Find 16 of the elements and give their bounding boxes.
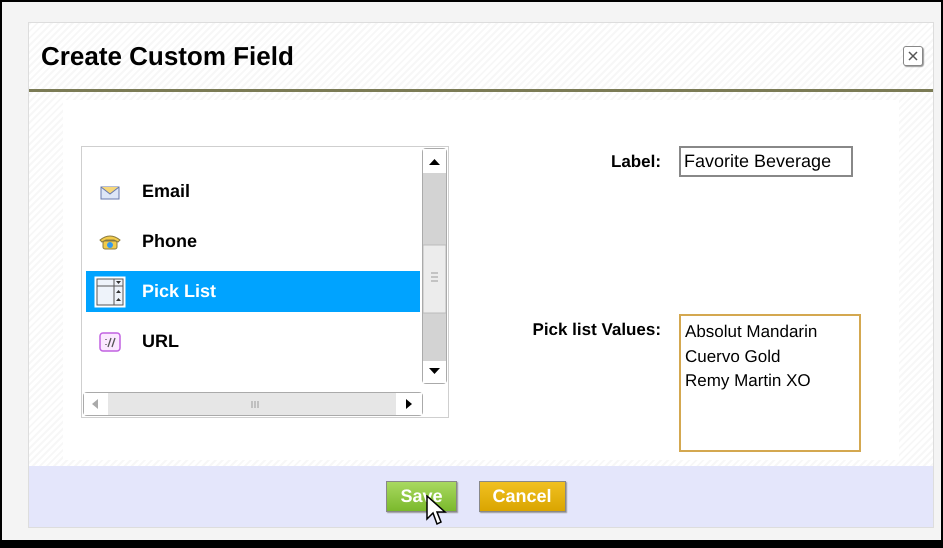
list-icon xyxy=(94,276,126,308)
list-item[interactable]: Phone xyxy=(86,221,420,262)
close-button[interactable] xyxy=(903,46,923,66)
telephone-icon xyxy=(98,234,122,250)
dialog-title: Create Custom Field xyxy=(41,40,294,72)
vertical-scrollbar[interactable] xyxy=(422,148,447,384)
list-item[interactable]: URL xyxy=(86,321,420,362)
horizontal-scrollbar[interactable] xyxy=(83,392,423,416)
label-input[interactable]: Favorite Beverage xyxy=(679,146,853,177)
values-textarea[interactable]: Absolut Mandarin Cuervo Gold Remy Martin XO xyxy=(679,314,861,452)
envelope-icon xyxy=(100,184,120,200)
values-caption: Pick list Values: xyxy=(531,320,662,341)
close-icon xyxy=(907,50,919,62)
link-icon xyxy=(99,332,121,352)
list-item[interactable]: Email xyxy=(86,171,420,212)
label-caption: Label: xyxy=(610,152,662,173)
